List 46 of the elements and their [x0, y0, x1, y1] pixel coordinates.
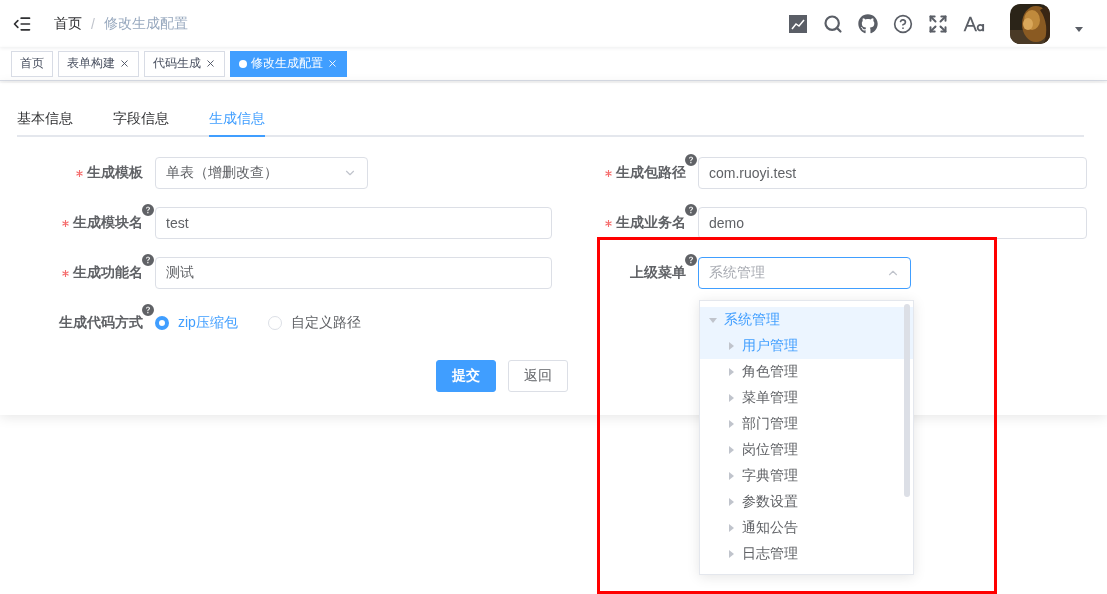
help-icon[interactable] — [685, 254, 697, 266]
form-tab[interactable]: 字段信息 — [113, 103, 169, 137]
tree-item[interactable]: 日志管理 — [700, 541, 913, 567]
help-icon[interactable] — [685, 204, 697, 216]
github-icon[interactable] — [858, 13, 878, 34]
input-field[interactable]: 测试 — [155, 257, 552, 289]
field-label: 上级菜单 — [630, 264, 686, 282]
field-label: 生成模板 — [87, 164, 143, 182]
help-icon[interactable] — [142, 254, 154, 266]
help-icon[interactable] — [142, 304, 154, 316]
tree-item[interactable]: 角色管理 — [700, 359, 913, 385]
tree-item[interactable]: 岗位管理 — [700, 437, 913, 463]
tree-item[interactable]: 参数设置 — [700, 489, 913, 515]
back-button[interactable]: 返回 — [508, 360, 568, 392]
tree-item[interactable]: 字典管理 — [700, 463, 913, 489]
scrollbar-thumb[interactable] — [904, 304, 910, 497]
dot-icon — [239, 59, 247, 68]
breadcrumb-item: 修改生成配置 — [103, 14, 188, 33]
input-field[interactable]: test — [155, 207, 552, 239]
help-icon[interactable] — [893, 13, 913, 34]
close-icon[interactable] — [119, 58, 130, 69]
field-label: 生成模块名 — [73, 214, 143, 232]
tag-tab[interactable]: 代码生成 — [144, 50, 225, 77]
caret-icon[interactable] — [1075, 27, 1083, 32]
input-field[interactable]: demo — [698, 207, 1087, 239]
tag-tab[interactable]: 表单构建 — [58, 50, 139, 77]
select-field[interactable]: 单表（增删改查） — [155, 157, 368, 189]
search-icon[interactable] — [823, 13, 843, 34]
form-tab[interactable]: 基本信息 — [17, 103, 73, 137]
input-field[interactable]: com.ruoyi.test — [698, 157, 1087, 189]
radio-option[interactable]: 自定义路径 — [267, 314, 361, 332]
field-label: 生成包路径 — [616, 164, 686, 182]
help-icon[interactable] — [685, 154, 697, 166]
field-label: 生成代码方式 — [59, 314, 143, 332]
field-label: 生成功能名 — [73, 264, 143, 282]
help-icon[interactable] — [142, 204, 154, 216]
breadcrumb-item[interactable]: 首页 — [54, 14, 82, 33]
tree-item[interactable]: 通知公告 — [700, 515, 913, 541]
tag-tab[interactable]: 首页 — [11, 50, 53, 77]
tree-item[interactable]: 菜单管理 — [700, 385, 913, 411]
field-label: 生成业务名 — [616, 214, 686, 232]
chart-icon[interactable] — [788, 13, 808, 34]
tree-item[interactable]: 部门管理 — [700, 411, 913, 437]
close-icon[interactable] — [205, 58, 216, 69]
breadcrumb-separator: / — [91, 15, 95, 32]
fullscreen-icon[interactable] — [928, 13, 948, 34]
